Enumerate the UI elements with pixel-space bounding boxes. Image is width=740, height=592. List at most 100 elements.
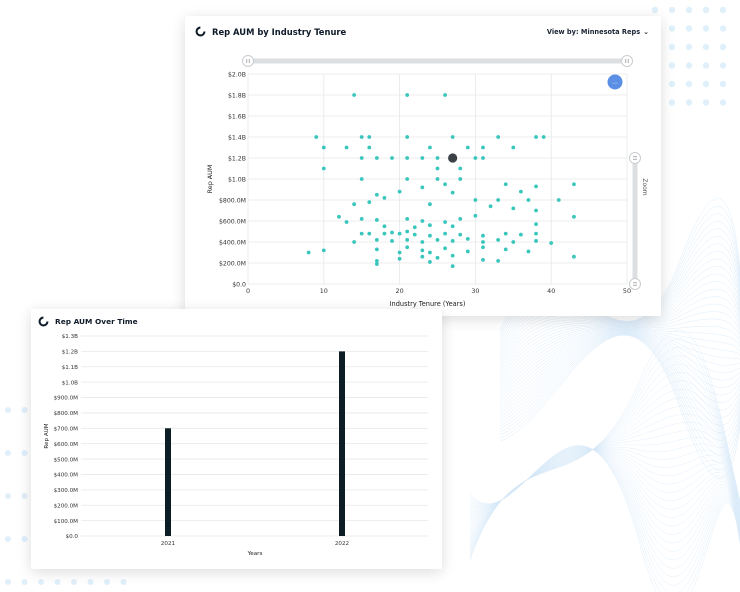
scatter-point [503, 231, 508, 236]
y-tick-label: $0.0 [232, 282, 246, 289]
decor-dot [685, 80, 693, 88]
chart-menu-button[interactable]: … [607, 74, 623, 90]
decor-dot [719, 99, 727, 106]
vertical-zoom-handle[interactable] [629, 152, 641, 164]
scatter-point [503, 247, 508, 252]
scatter-point [473, 213, 478, 218]
decor-dot [668, 25, 676, 32]
scatter-point [534, 135, 538, 139]
scatter-point [458, 217, 463, 221]
scatter-point [534, 239, 538, 243]
vertical-zoom-handle[interactable] [629, 278, 641, 290]
decor-wave-line [469, 447, 740, 552]
y-tick-label: $200.0M [219, 261, 246, 268]
bar-2022[interactable] [339, 351, 345, 536]
decor-wave-line [499, 332, 740, 433]
scatter-point [518, 232, 523, 237]
scatter-point [435, 166, 440, 171]
decor-dot [702, 6, 710, 14]
decor-wave-line [469, 405, 740, 543]
scatter-point [428, 223, 432, 228]
scatter-point [344, 145, 349, 150]
decor-dot [120, 579, 127, 585]
scatter-point [412, 225, 417, 230]
scatter-point [481, 245, 485, 250]
scatter-point [390, 230, 394, 235]
y-tick-label: $1.3B [62, 334, 78, 340]
decor-dot [719, 80, 727, 88]
scatter-point [572, 182, 576, 187]
decor-dot [719, 62, 727, 69]
decor-dot [87, 579, 94, 585]
scatter-point [496, 135, 501, 139]
scatter-point [420, 240, 425, 244]
scatter-point [382, 196, 387, 200]
scatter-point [450, 253, 455, 258]
scatter-point [458, 177, 463, 181]
scatter-point [359, 156, 364, 160]
decor-dot [668, 62, 676, 69]
y-tick-label: $1.0B [62, 380, 78, 386]
scatter-point [450, 224, 455, 229]
bar-2021[interactable] [165, 428, 171, 536]
scatter-point [420, 219, 425, 223]
decor-dot [702, 80, 710, 88]
decor-wave-line [469, 449, 740, 528]
x-tick-label: 2021 [161, 541, 176, 547]
scatter-point [496, 238, 501, 242]
decor-dot [54, 579, 61, 585]
scatter-point [405, 229, 410, 234]
bar-chart: $0.0 $100.0M $200.0M $300.0M $400.0M $500.0M $… [44, 334, 428, 557]
bar-chart-card: Rep AUM Over Time $0.0 $100.0M $200.0M $300… [31, 309, 442, 569]
decor-wave-line [469, 388, 740, 547]
scatter-point [397, 256, 402, 261]
scatter-point [359, 135, 364, 139]
scatter-point [465, 145, 470, 150]
highlighted-point[interactable] [448, 153, 458, 163]
decor-dot [668, 99, 676, 106]
y-tick-label: $1.6B [228, 114, 246, 121]
scatter-point [321, 145, 326, 150]
scatter-point [420, 156, 425, 160]
scatter-point [496, 259, 501, 263]
decor-wave-line [499, 332, 740, 426]
scatter-point [443, 220, 447, 224]
scatter-chart: $0.0 $200.0M $400.0M $600.0M $800.0M $1.0B $1.… [206, 55, 648, 308]
scatter-point [511, 206, 516, 211]
scatter-point [443, 246, 447, 251]
scatter-point [321, 166, 326, 171]
scatter-point [428, 250, 432, 255]
decor-dot [5, 493, 11, 499]
scatter-point [405, 93, 410, 97]
scatter-point [352, 202, 357, 207]
decor-dot [5, 407, 11, 413]
scatter-point [450, 135, 455, 139]
y-tick-label: $1.2B [62, 350, 78, 356]
y-tick-label: $1.8B [228, 93, 246, 100]
horizontal-zoom-handle[interactable] [621, 55, 633, 67]
y-axis-title: Rep AUM [44, 423, 50, 448]
scatter-point [450, 264, 455, 269]
scatter-point [397, 189, 402, 194]
scatter-point [405, 238, 410, 242]
y-tick-label: $400.0M [54, 473, 79, 479]
scatter-point [367, 200, 372, 205]
y-tick-label: $900.0M [54, 396, 79, 402]
decor-dot [685, 43, 693, 51]
scatter-point [428, 145, 432, 150]
scatter-point [352, 240, 357, 244]
scatter-point [473, 198, 478, 202]
scatter-point [435, 238, 440, 242]
scatter-point [405, 156, 410, 160]
y-tick-label: $800.0M [219, 198, 246, 205]
decor-wave-line [469, 445, 740, 592]
horizontal-zoom-handle[interactable] [242, 55, 254, 67]
x-tick-label: 0 [246, 287, 250, 295]
y-tick-label: $300.0M [54, 488, 79, 494]
y-tick-label: $1.0B [228, 177, 246, 184]
x-tick-label: 20 [396, 287, 404, 295]
y-tick-label: $0.0 [66, 534, 79, 540]
y-tick-label: $600.0M [219, 219, 246, 226]
decor-dot [685, 6, 693, 14]
scatter-point [344, 220, 349, 224]
